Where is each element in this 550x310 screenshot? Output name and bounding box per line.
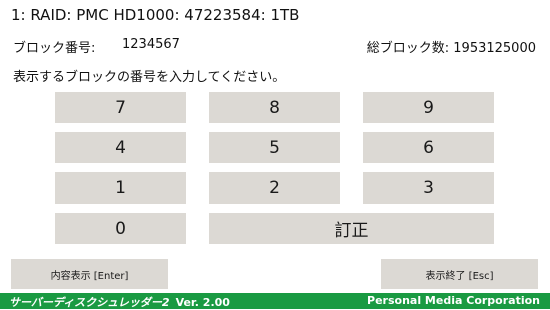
key-6-button[interactable]: 6 [363,132,494,163]
key-1-button[interactable]: 1 [55,172,186,204]
key-4-button[interactable]: 4 [55,132,186,163]
total-blocks-label: 総ブロック数: 1953125000 [366,41,536,56]
footer-bar: サーバーディスクシュレッダー2 Ver. 2.00 Personal Media … [0,293,550,309]
key-8-button[interactable]: 8 [209,92,340,123]
company-name: Personal Media Corporation [367,294,540,307]
correct-button[interactable]: 訂正 [209,213,494,244]
key-3-button[interactable]: 3 [363,172,494,204]
version-label: Ver. 2.00 [175,296,230,309]
key-2-button[interactable]: 2 [209,172,340,204]
key-0-button[interactable]: 0 [55,213,186,244]
key-5-button[interactable]: 5 [209,132,340,163]
app-name-label: サーバーディスクシュレッダー2 Ver. 2.00 [9,294,230,310]
app-name: サーバーディスクシュレッダー2 [9,296,170,309]
end-display-button[interactable]: 表示終了 [Esc] [381,259,538,289]
disk-title: 1: RAID: PMC HD1000: 47223584: 1TB [11,6,300,24]
block-number-label: ブロック番号: [13,41,96,56]
key-9-button[interactable]: 9 [363,92,494,123]
show-content-button[interactable]: 内容表示 [Enter] [11,259,168,289]
block-number-value: 1234567 [122,37,180,52]
key-7-button[interactable]: 7 [55,92,186,123]
instruction-text: 表示するブロックの番号を入力してください。 [13,70,286,85]
